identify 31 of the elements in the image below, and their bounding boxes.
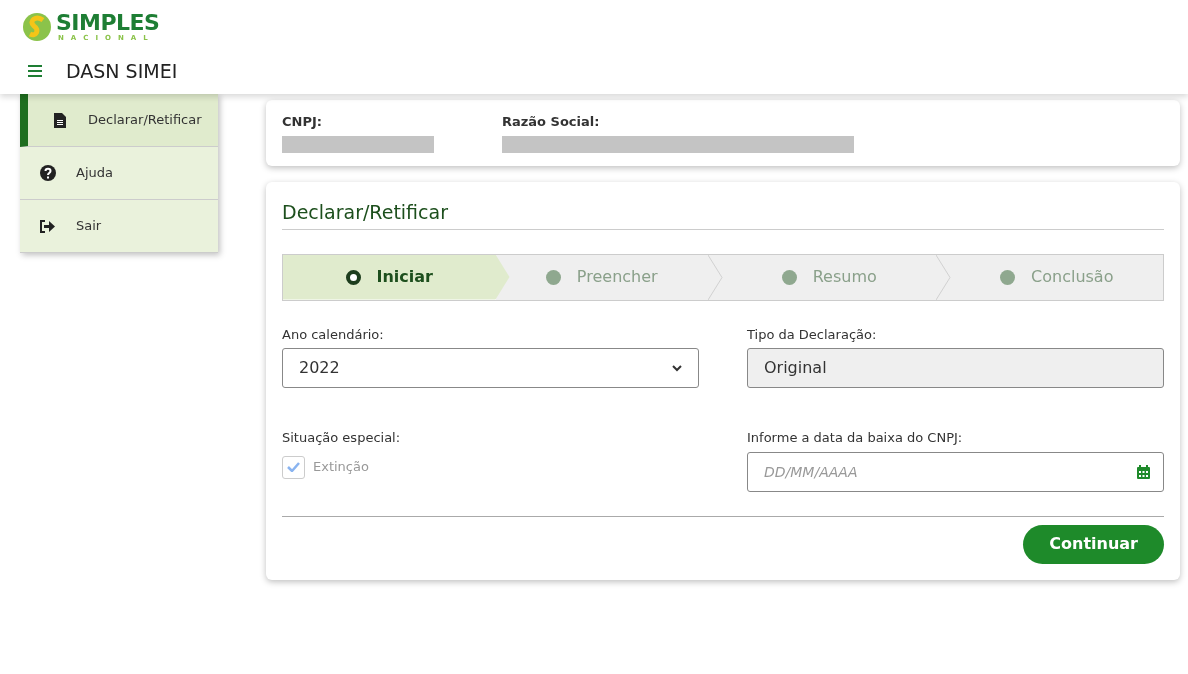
date-field[interactable]: DD/MM/AAAA (747, 451, 1164, 492)
step-label: Preencher (576, 266, 658, 288)
menu-icon[interactable] (28, 65, 42, 77)
step-label: Resumo (812, 266, 877, 288)
year-select[interactable]: 2022 (282, 348, 699, 388)
field-label: Situação especial: (282, 429, 402, 447)
field-label: Razão Social: (502, 113, 601, 131)
field-label: Ano calendário: (282, 325, 385, 344)
field-label: Informe a data da baixa do CNPJ: (747, 429, 964, 447)
logo-icon (22, 12, 52, 42)
help-icon (40, 165, 56, 181)
field-label: CNPJ: (282, 113, 323, 131)
continue-button[interactable]: Continuar (1023, 524, 1164, 564)
app-title: DASN SIMEI (66, 58, 178, 84)
logo-title: SIMPLES (56, 11, 160, 34)
dot-icon (781, 269, 797, 285)
form-title: Declarar/Retificar (282, 198, 1164, 230)
radio-dot-icon (345, 269, 361, 285)
field-label: Tipo da Declaração: (747, 325, 878, 344)
sidebar-item[interactable]: Sair (20, 200, 218, 253)
dot-icon (1000, 269, 1016, 285)
sidebar-item[interactable]: Declarar/Retificar (20, 94, 218, 147)
step-label: Conclusão (1031, 266, 1114, 288)
dot-icon (545, 269, 561, 285)
sidebar-item[interactable]: Ajuda (20, 147, 218, 200)
chevron-down-icon (672, 364, 682, 372)
checkbox-label: Extinção (313, 458, 369, 477)
exit-icon (40, 219, 56, 233)
document-icon (54, 112, 66, 128)
check-icon (287, 462, 300, 472)
step-label: Iniciar (376, 266, 433, 288)
